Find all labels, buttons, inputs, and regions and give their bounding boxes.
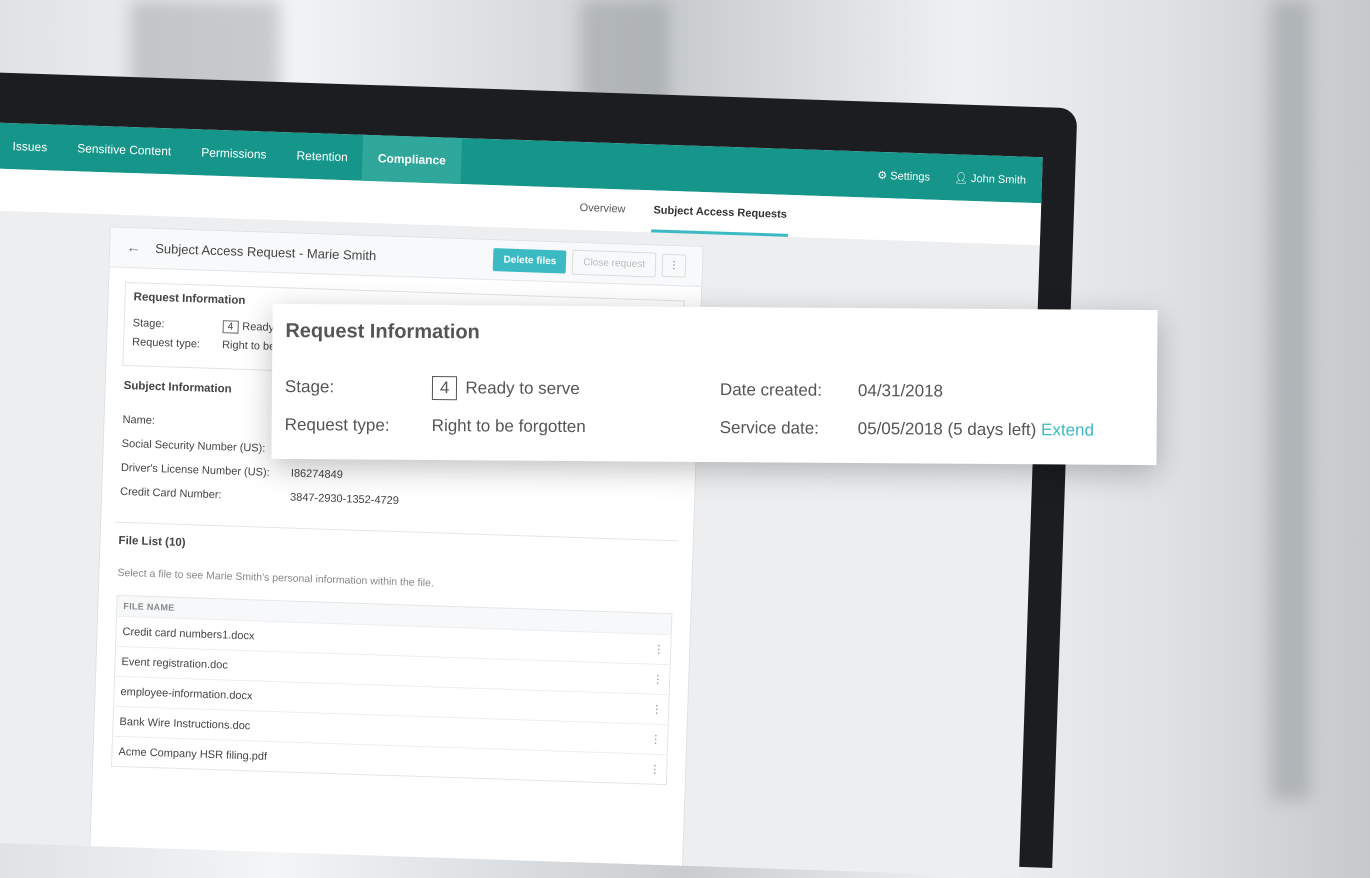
settings-link[interactable]: ⚙ Settings [877, 168, 930, 183]
tab-overview[interactable]: Overview [577, 188, 628, 232]
type-label: Request type: [131, 336, 201, 351]
tab-subject-access-requests[interactable]: Subject Access Requests [650, 190, 790, 237]
field-value: 3847-2930-1352-4729 [289, 491, 400, 508]
type-value: Right to be forgotten [431, 416, 586, 437]
file-table: FILE NAME Credit card numbers1.docx ⋮ Even… [111, 594, 673, 786]
user-icon: 👤︎ [953, 171, 969, 185]
user-name: John Smith [970, 172, 1027, 187]
stage-label: Stage: [284, 377, 335, 397]
tab-permissions[interactable]: Permissions [185, 129, 282, 178]
more-options-icon[interactable]: ⋮ [661, 253, 687, 278]
tab-sensitive-content[interactable]: Sensitive Content [61, 125, 187, 175]
settings-label: Settings [890, 169, 931, 184]
type-label: Request type: [284, 415, 390, 435]
screen: Issues Sensitive Content Permissions Ret… [0, 122, 1043, 877]
tab-retention[interactable]: Retention [281, 132, 364, 181]
user-menu[interactable]: 👤︎ John Smith [954, 171, 1026, 186]
field-value: I86274849 [290, 467, 344, 482]
gear-icon: ⚙ [877, 169, 888, 182]
file-list-section: File List (10) Select a file to see Mari… [93, 534, 692, 786]
stage-badge: 4 [431, 376, 458, 401]
back-arrow-icon[interactable]: ← [126, 239, 142, 256]
monitor-bezel: Issues Sensitive Content Permissions Ret… [0, 72, 1078, 877]
stage-value: Ready to serve [465, 378, 580, 399]
created-value: 04/31/2018 [857, 381, 944, 401]
section-title: File List (10) [118, 534, 186, 550]
row-menu-icon[interactable]: ⋮ [643, 723, 669, 755]
close-request-button[interactable]: Close request [571, 249, 657, 278]
row-menu-icon[interactable]: ⋮ [644, 693, 670, 725]
callout-title: Request Information [285, 320, 480, 344]
tab-issues[interactable]: Issues [0, 123, 63, 171]
tab-compliance[interactable]: Compliance [362, 134, 462, 184]
file-list-hint: Select a file to see Marie Smith's perso… [117, 566, 435, 590]
stage-label: Stage: [132, 317, 165, 331]
row-menu-icon[interactable]: ⋮ [642, 753, 668, 785]
stage-badge: 4 [222, 320, 239, 334]
row-menu-icon[interactable]: ⋮ [645, 663, 671, 695]
extend-link[interactable]: Extend [1041, 420, 1094, 439]
service-value: 05/05/2018 (5 days left) [857, 419, 1037, 440]
page-title: Subject Access Request - Marie Smith [154, 240, 377, 264]
service-label: Service date: [719, 418, 819, 438]
delete-files-button[interactable]: Delete files [493, 248, 567, 274]
request-info-callout: Request Information Stage: 4 Ready to ser… [271, 303, 1158, 466]
created-label: Date created: [719, 380, 823, 400]
row-menu-icon[interactable]: ⋮ [646, 633, 672, 665]
field-label: Credit Card Number: [119, 485, 222, 502]
